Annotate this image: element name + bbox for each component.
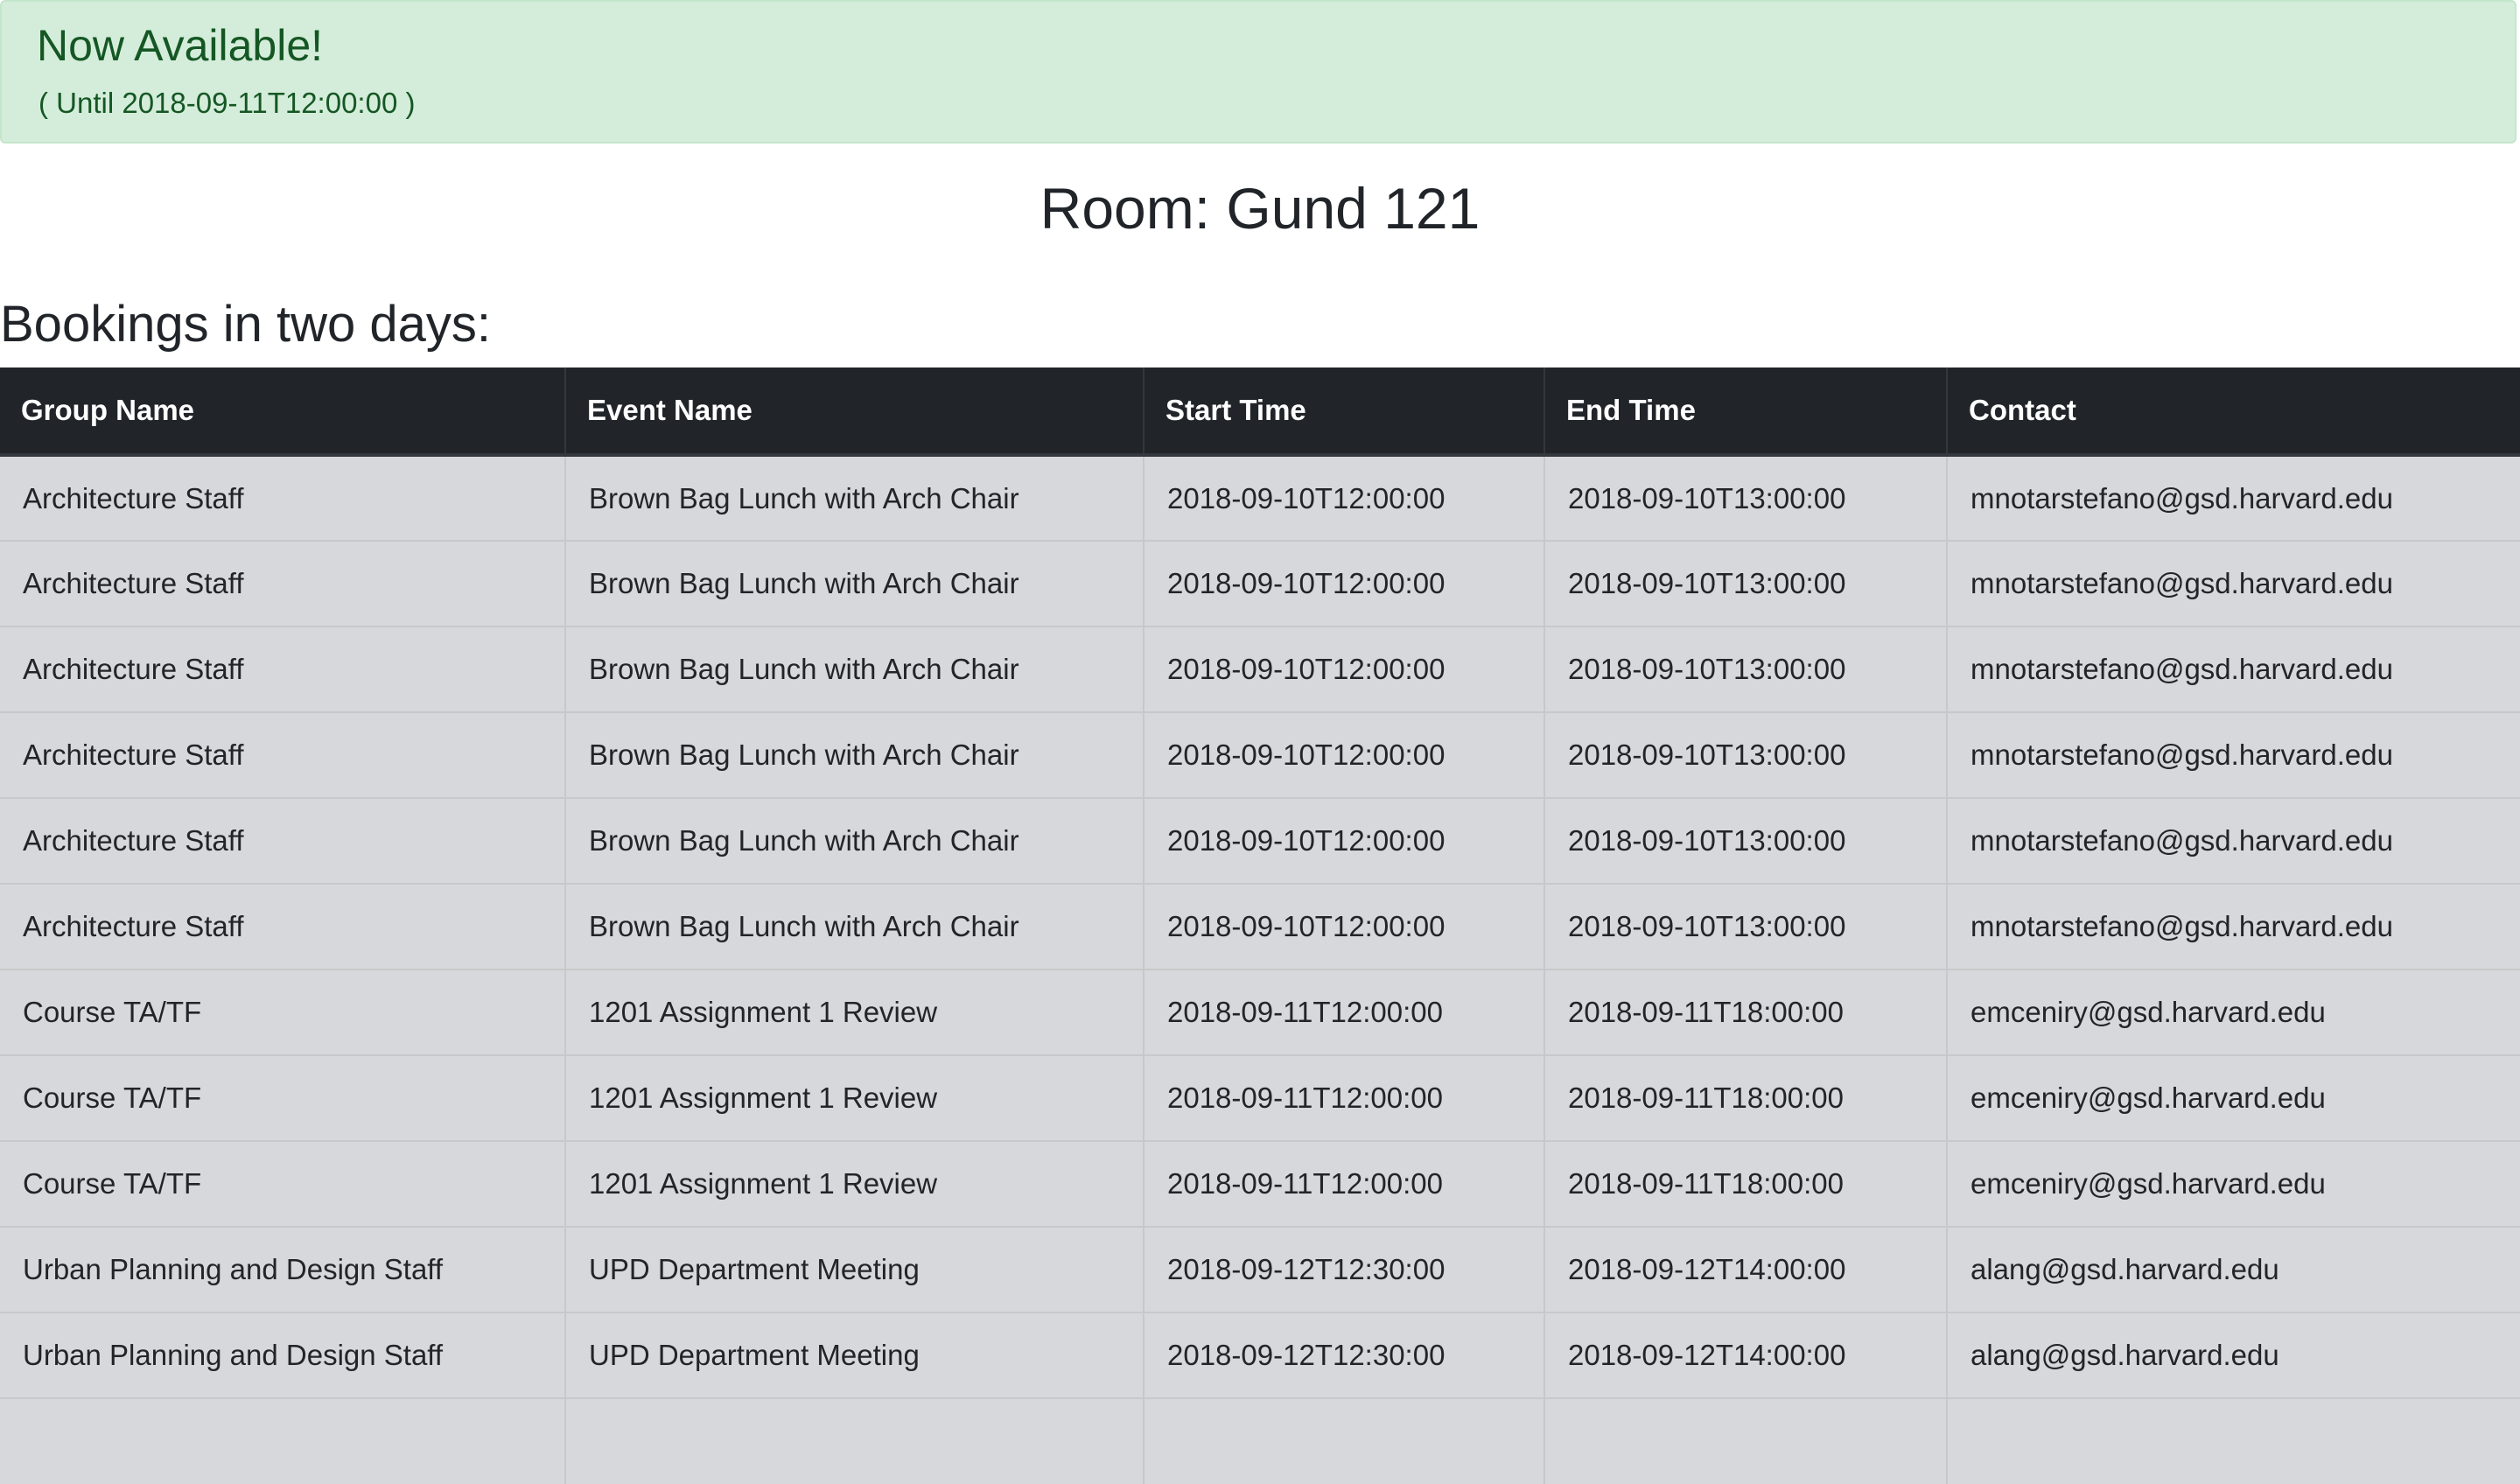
availability-alert: Now Available! ( Until 2018-09-11T12:00:… bbox=[0, 0, 2516, 144]
column-header-group-name: Group Name bbox=[0, 368, 565, 457]
start-time-cell: 2018-09-10T12:00:00 bbox=[1143, 454, 1544, 541]
event-name-cell: 1201 Assignment 1 Review bbox=[564, 1054, 1144, 1141]
table-row: Architecture Staff Brown Bag Lunch with A… bbox=[0, 883, 2520, 970]
group-name-cell: Architecture Staff bbox=[0, 626, 565, 712]
event-name-cell: UPD Department Meeting bbox=[564, 1226, 1144, 1312]
table-row: Urban Planning and Design Staff UPD Depar… bbox=[0, 1312, 2520, 1398]
event-name-cell bbox=[564, 1397, 1144, 1484]
event-name-cell: 1201 Assignment 1 Review bbox=[564, 1140, 1144, 1227]
end-time-cell: 2018-09-10T13:00:00 bbox=[1544, 883, 1947, 970]
bookings-heading: Bookings in two days: bbox=[0, 296, 491, 353]
table-row: Course TA/TF 1201 Assignment 1 Review 2018… bbox=[0, 969, 2520, 1055]
header-row: Group Name Event Name Start Time End Tim… bbox=[0, 368, 2520, 457]
event-name-cell: Brown Bag Lunch with Arch Chair bbox=[564, 883, 1144, 970]
contact-cell: emceniry@gsd.harvard.edu bbox=[1946, 1140, 2520, 1227]
start-time-cell: 2018-09-10T12:00:00 bbox=[1143, 883, 1544, 970]
group-name-cell: Architecture Staff bbox=[0, 454, 565, 541]
end-time-cell: 2018-09-10T13:00:00 bbox=[1544, 454, 1947, 541]
start-time-cell: 2018-09-11T12:00:00 bbox=[1143, 969, 1544, 1055]
end-time-cell bbox=[1544, 1397, 1947, 1484]
table-row: Architecture Staff Brown Bag Lunch with A… bbox=[0, 711, 2520, 798]
start-time-cell: 2018-09-10T12:00:00 bbox=[1143, 540, 1544, 626]
bookings-table-body: Architecture Staff Brown Bag Lunch with A… bbox=[0, 454, 2520, 1484]
availability-until: ( Until 2018-09-11T12:00:00 ) bbox=[38, 87, 416, 119]
group-name-cell: Architecture Staff bbox=[0, 797, 565, 884]
group-name-cell bbox=[0, 1397, 565, 1484]
event-name-cell: UPD Department Meeting bbox=[564, 1312, 1144, 1398]
table-row: Course TA/TF 1201 Assignment 1 Review 2018… bbox=[0, 1140, 2520, 1227]
start-time-cell: 2018-09-12T12:30:00 bbox=[1143, 1226, 1544, 1312]
group-name-cell: Course TA/TF bbox=[0, 1140, 565, 1227]
start-time-cell: 2018-09-10T12:00:00 bbox=[1143, 626, 1544, 712]
end-time-cell: 2018-09-10T13:00:00 bbox=[1544, 711, 1947, 798]
contact-cell: emceniry@gsd.harvard.edu bbox=[1946, 969, 2520, 1055]
table-row: Architecture Staff Brown Bag Lunch with A… bbox=[0, 540, 2520, 626]
event-name-cell: Brown Bag Lunch with Arch Chair bbox=[564, 454, 1144, 541]
column-header-event-name: Event Name bbox=[564, 368, 1144, 457]
contact-cell: mnotarstefano@gsd.harvard.edu bbox=[1946, 883, 2520, 970]
start-time-cell: 2018-09-11T12:00:00 bbox=[1143, 1054, 1544, 1141]
table-row: Architecture Staff Brown Bag Lunch with A… bbox=[0, 454, 2520, 541]
contact-cell: mnotarstefano@gsd.harvard.edu bbox=[1946, 797, 2520, 884]
group-name-cell: Course TA/TF bbox=[0, 1054, 565, 1141]
contact-cell bbox=[1946, 1397, 2520, 1484]
availability-status: Now Available! bbox=[37, 21, 324, 70]
end-time-cell: 2018-09-10T13:00:00 bbox=[1544, 797, 1947, 884]
table-row: Course TA/TF 1201 Assignment 1 Review 2018… bbox=[0, 1054, 2520, 1141]
table-row: Architecture Staff Brown Bag Lunch with A… bbox=[0, 797, 2520, 884]
end-time-cell: 2018-09-12T14:00:00 bbox=[1544, 1226, 1947, 1312]
contact-cell: mnotarstefano@gsd.harvard.edu bbox=[1946, 711, 2520, 798]
group-name-cell: Architecture Staff bbox=[0, 711, 565, 798]
group-name-cell: Urban Planning and Design Staff bbox=[0, 1312, 565, 1398]
event-name-cell: Brown Bag Lunch with Arch Chair bbox=[564, 797, 1144, 884]
group-name-cell: Urban Planning and Design Staff bbox=[0, 1226, 565, 1312]
contact-cell: mnotarstefano@gsd.harvard.edu bbox=[1946, 626, 2520, 712]
start-time-cell: 2018-09-10T12:00:00 bbox=[1143, 797, 1544, 884]
column-header-contact: Contact bbox=[1946, 368, 2520, 457]
end-time-cell: 2018-09-11T18:00:00 bbox=[1544, 1140, 1947, 1227]
end-time-cell: 2018-09-10T13:00:00 bbox=[1544, 540, 1947, 626]
start-time-cell bbox=[1143, 1397, 1544, 1484]
contact-cell: alang@gsd.harvard.edu bbox=[1946, 1226, 2520, 1312]
end-time-cell: 2018-09-12T14:00:00 bbox=[1544, 1312, 1947, 1398]
column-header-start-time: Start Time bbox=[1143, 368, 1544, 457]
end-time-cell: 2018-09-11T18:00:00 bbox=[1544, 969, 1947, 1055]
end-time-cell: 2018-09-11T18:00:00 bbox=[1544, 1054, 1947, 1141]
contact-cell: emceniry@gsd.harvard.edu bbox=[1946, 1054, 2520, 1141]
start-time-cell: 2018-09-12T12:30:00 bbox=[1143, 1312, 1544, 1398]
table-row: Architecture Staff Brown Bag Lunch with A… bbox=[0, 626, 2520, 712]
table-row bbox=[0, 1397, 2520, 1484]
bookings-table-header: Group Name Event Name Start Time End Tim… bbox=[0, 368, 2520, 457]
event-name-cell: Brown Bag Lunch with Arch Chair bbox=[564, 540, 1144, 626]
bookings-table: Group Name Event Name Start Time End Tim… bbox=[0, 368, 2520, 1484]
event-name-cell: Brown Bag Lunch with Arch Chair bbox=[564, 626, 1144, 712]
event-name-cell: 1201 Assignment 1 Review bbox=[564, 969, 1144, 1055]
contact-cell: mnotarstefano@gsd.harvard.edu bbox=[1946, 540, 2520, 626]
end-time-cell: 2018-09-10T13:00:00 bbox=[1544, 626, 1947, 712]
room-title: Room: Gund 121 bbox=[1040, 176, 1480, 241]
event-name-cell: Brown Bag Lunch with Arch Chair bbox=[564, 711, 1144, 798]
group-name-cell: Architecture Staff bbox=[0, 540, 565, 626]
start-time-cell: 2018-09-11T12:00:00 bbox=[1143, 1140, 1544, 1227]
contact-cell: alang@gsd.harvard.edu bbox=[1946, 1312, 2520, 1398]
contact-cell: mnotarstefano@gsd.harvard.edu bbox=[1946, 454, 2520, 541]
column-header-end-time: End Time bbox=[1544, 368, 1947, 457]
start-time-cell: 2018-09-10T12:00:00 bbox=[1143, 711, 1544, 798]
group-name-cell: Course TA/TF bbox=[0, 969, 565, 1055]
table-row: Urban Planning and Design Staff UPD Depar… bbox=[0, 1226, 2520, 1312]
group-name-cell: Architecture Staff bbox=[0, 883, 565, 970]
